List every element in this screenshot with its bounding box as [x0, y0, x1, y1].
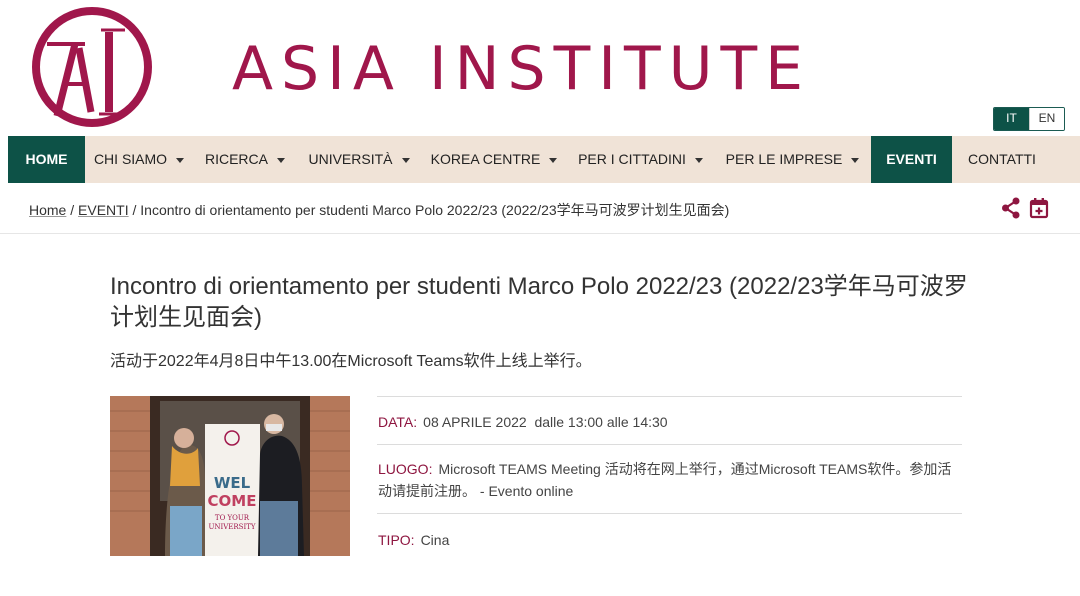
nav-contatti[interactable]: CONTATTI — [952, 136, 1052, 183]
location-value: Microsoft TEAMS Meeting 活动将在网上举行，通过Micro… — [378, 461, 952, 499]
banner-line1: WEL — [214, 474, 251, 492]
breadcrumb: Home / EVENTI / Incontro di orientamento… — [29, 200, 729, 220]
breadcrumb-current: Incontro di orientamento per studenti Ma… — [140, 202, 730, 218]
nav-ricerca[interactable]: RICERCA — [193, 136, 297, 183]
breadcrumb-separator: / — [70, 202, 75, 218]
banner-line4: UNIVERSITY — [208, 523, 255, 531]
date-label: DATA: — [378, 414, 418, 430]
nav-contatti-label: CONTATTI — [968, 151, 1036, 167]
event-location-row: LUOGO: Microsoft TEAMS Meeting 活动将在网上举行，通… — [377, 444, 962, 513]
location-label: LUOGO: — [378, 461, 433, 477]
breadcrumb-separator: / — [132, 202, 137, 218]
nav-korea-centre[interactable]: KOREA CENTRE — [421, 136, 567, 183]
date-value: 08 APRILE 2022 dalle 13:00 alle 14:30 — [423, 414, 668, 430]
type-value: Cina — [420, 532, 450, 548]
breadcrumb-eventi-link[interactable]: EVENTI — [78, 202, 129, 218]
banner-line2: COME — [208, 492, 257, 510]
main-nav: HOME CHI SIAMO RICERCA UNIVERSITÀ KOREA … — [8, 136, 1080, 183]
event-title: Incontro di orientamento per studenti Ma… — [110, 273, 968, 331]
event-subtitle: 活动于2022年4月8日中午13.00在Microsoft Teams软件上线上… — [110, 353, 592, 370]
event-photo-image: WEL COME TO YOUR UNIVERSITY — [110, 396, 350, 556]
nav-korea-centre-label: KOREA CENTRE — [430, 151, 541, 167]
event-details: DATA: 08 APRILE 2022 dalle 13:00 alle 14:… — [377, 396, 962, 559]
nav-per-i-cittadini-label: PER I CITTADINI — [578, 151, 686, 167]
chevron-down-icon — [401, 157, 410, 163]
nav-per-le-imprese-label: PER LE IMPRESE — [725, 151, 843, 167]
site-header: ASIA INSTITUTE IT EN — [0, 0, 1080, 136]
chevron-down-icon — [277, 157, 285, 163]
lang-en-button[interactable]: EN — [1029, 108, 1064, 130]
nav-chi-siamo-label: CHI SIAMO — [93, 151, 168, 167]
nav-eventi-label: EVENTI — [886, 151, 937, 167]
event-date-row: DATA: 08 APRILE 2022 dalle 13:00 alle 14:… — [377, 396, 962, 444]
nav-home[interactable]: HOME — [8, 136, 85, 183]
calendar-add-icon[interactable] — [1029, 197, 1049, 219]
nav-universita-label: UNIVERSITÀ — [308, 151, 393, 167]
event-type-row: TIPO: Cina — [377, 513, 962, 559]
site-logo[interactable] — [29, 4, 155, 130]
chevron-down-icon — [549, 157, 558, 163]
nav-ricerca-label: RICERCA — [204, 151, 268, 167]
nav-home-label: HOME — [25, 151, 68, 167]
share-icon[interactable] — [1001, 197, 1021, 219]
chevron-down-icon — [694, 157, 703, 163]
breadcrumb-home-link[interactable]: Home — [29, 202, 66, 218]
nav-per-i-cittadini[interactable]: PER I CITTADINI — [567, 136, 714, 183]
page-actions — [1001, 197, 1049, 219]
breadcrumb-divider — [0, 233, 1080, 234]
nav-universita[interactable]: UNIVERSITÀ — [297, 136, 421, 183]
event-photo: WEL COME TO YOUR UNIVERSITY — [110, 396, 350, 556]
site-title[interactable]: ASIA INSTITUTE — [232, 34, 811, 104]
chevron-down-icon — [851, 157, 860, 163]
banner-line3: TO YOUR — [215, 514, 250, 522]
nav-chi-siamo[interactable]: CHI SIAMO — [85, 136, 193, 183]
asia-institute-logo-icon — [32, 7, 152, 127]
nav-per-le-imprese[interactable]: PER LE IMPRESE — [714, 136, 871, 183]
chevron-down-icon — [176, 157, 185, 163]
nav-eventi[interactable]: EVENTI — [871, 136, 952, 183]
language-switcher: IT EN — [993, 107, 1065, 131]
type-label: TIPO: — [378, 532, 415, 548]
lang-it-button[interactable]: IT — [994, 108, 1029, 130]
